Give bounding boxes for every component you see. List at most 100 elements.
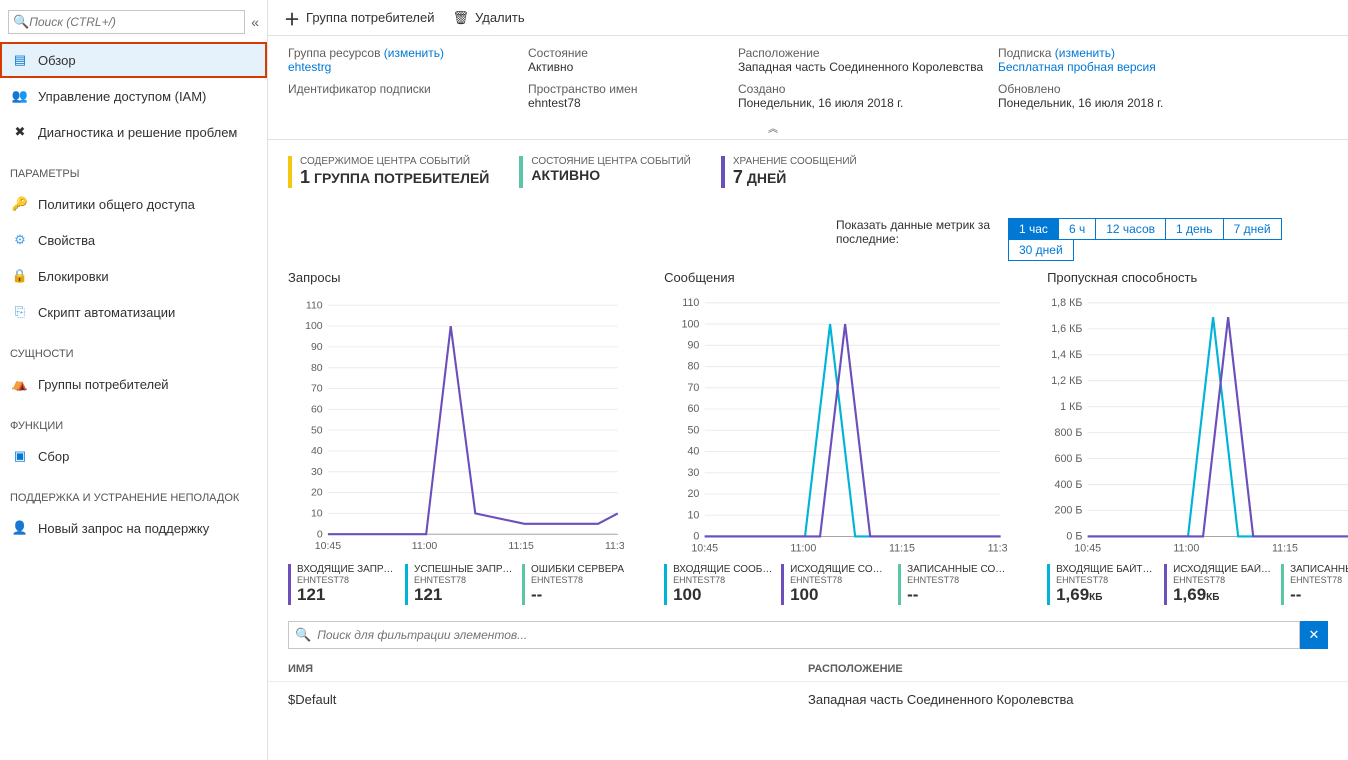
chart-messages-svg[interactable]: 010203040506070809010011010:4511:0011:15… bbox=[664, 295, 1007, 555]
subid-label: Идентификатор подписки bbox=[288, 82, 518, 96]
chart-title: Сообщения bbox=[664, 270, 1007, 285]
nav-properties[interactable]: ⚙ Свойства bbox=[0, 222, 267, 258]
section-functions: ФУНКЦИИ bbox=[0, 402, 267, 438]
svg-text:800 Б: 800 Б bbox=[1055, 427, 1083, 439]
legend-item: ВХОДЯЩИЕ СООБЩЕН... EHNTEST78 100 bbox=[664, 564, 773, 605]
section-support: ПОДДЕРЖКА И УСТРАНЕНИЕ НЕПОЛАДОК bbox=[0, 474, 267, 510]
svg-text:50: 50 bbox=[311, 424, 323, 436]
svg-text:11:15: 11:15 bbox=[889, 542, 915, 554]
state-label: Состояние bbox=[528, 46, 728, 60]
nav-iam[interactable]: 👥 Управление доступом (IAM) bbox=[0, 78, 267, 114]
svg-text:0 Б: 0 Б bbox=[1066, 531, 1082, 543]
timespan-30d[interactable]: 30 дней bbox=[1008, 239, 1074, 261]
svg-text:60: 60 bbox=[311, 403, 323, 415]
nav-capture[interactable]: ▣ Сбор bbox=[0, 438, 267, 474]
svg-text:70: 70 bbox=[311, 383, 323, 395]
svg-text:11:00: 11:00 bbox=[412, 540, 438, 552]
legend-value: 100 bbox=[673, 585, 773, 605]
subn-value[interactable]: Бесплатная пробная версия bbox=[998, 60, 1258, 74]
timespan-selector: Показать данные метрик за последние: 1 ч… bbox=[836, 218, 1328, 260]
rg-value[interactable]: ehtestrg bbox=[288, 60, 518, 74]
nav-label: Группы потребителей bbox=[38, 377, 169, 392]
main-content: ＋ Группа потребителей 🗑 Удалить Группа р… bbox=[268, 0, 1348, 760]
state-value: Активно bbox=[528, 60, 728, 74]
svg-text:40: 40 bbox=[311, 445, 323, 457]
svg-text:11:15: 11:15 bbox=[508, 540, 534, 552]
svg-text:90: 90 bbox=[688, 340, 700, 352]
svg-text:100: 100 bbox=[305, 320, 323, 332]
svg-text:0: 0 bbox=[693, 531, 699, 543]
legend-label: ВХОДЯЩИЕ БАЙТЫ (... bbox=[1056, 564, 1156, 575]
card-status: СОСТОЯНИЕ ЦЕНТРА СОБЫТИЙ АКТИВНО bbox=[519, 156, 691, 188]
nav-label: Новый запрос на поддержку bbox=[38, 521, 209, 536]
nav-consumer-groups[interactable]: ⛺ Группы потребителей bbox=[0, 366, 267, 402]
svg-text:80: 80 bbox=[311, 362, 323, 374]
timespan-7d[interactable]: 7 дней bbox=[1223, 218, 1282, 240]
collapse-sidebar-icon[interactable]: « bbox=[251, 14, 259, 30]
grid-header: ИМЯ РАСПОЛОЖЕНИЕ bbox=[268, 657, 1348, 681]
search-icon: 🔍 bbox=[295, 627, 311, 643]
col-name[interactable]: ИМЯ bbox=[288, 663, 808, 675]
svg-text:11:00: 11:00 bbox=[790, 542, 816, 554]
add-consumer-group-button[interactable]: ＋ Группа потребителей bbox=[284, 6, 434, 30]
nav-shared-access[interactable]: 🔑 Политики общего доступа bbox=[0, 186, 267, 222]
nav-label: Диагностика и решение проблем bbox=[38, 125, 237, 140]
legend-value: -- bbox=[907, 585, 1007, 605]
table-row[interactable]: $Default Западная часть Соединенного Кор… bbox=[268, 681, 1348, 717]
change-sub-link[interactable]: (изменить) bbox=[1055, 46, 1115, 60]
svg-text:70: 70 bbox=[688, 382, 700, 394]
cell-name: $Default bbox=[288, 692, 808, 707]
search-icon: 🔍 bbox=[13, 14, 29, 30]
nav-label: Скрипт автоматизации bbox=[38, 305, 175, 320]
chart-title: Запросы bbox=[288, 270, 624, 285]
timespan-6h[interactable]: 6 ч bbox=[1058, 218, 1096, 240]
sidebar-search[interactable]: 🔍 bbox=[8, 10, 245, 34]
legends-throughput: ВХОДЯЩИЕ БАЙТЫ (... EHNTEST78 1,69КБ ИСХ… bbox=[1047, 564, 1348, 605]
ns-label: Пространство имен bbox=[528, 82, 728, 96]
created-label: Создано bbox=[738, 82, 988, 96]
btn-label: Удалить bbox=[475, 10, 525, 25]
section-parameters: ПАРАМЕТРЫ bbox=[0, 150, 267, 186]
chart-throughput: Пропускная способность 0 Б200 Б400 Б600 … bbox=[1047, 270, 1348, 605]
nav-locks[interactable]: 🔒 Блокировки bbox=[0, 258, 267, 294]
legend-item: ЗАПИСАННЫЕ БАЙТЫ EHNTEST78 -- bbox=[1281, 564, 1348, 605]
card-content: СОДЕРЖИМОЕ ЦЕНТРА СОБЫТИЙ 1ГРУППА ПОТРЕБ… bbox=[288, 156, 489, 188]
filter-input-box[interactable]: 🔍 bbox=[288, 621, 1300, 649]
legend-sub: EHNTEST78 bbox=[297, 575, 397, 585]
change-rg-link[interactable]: (изменить) bbox=[384, 46, 444, 60]
chart-requests-svg[interactable]: 010203040506070809010011010:4511:0011:15… bbox=[288, 295, 624, 555]
svg-text:1,8 КБ: 1,8 КБ bbox=[1051, 297, 1082, 309]
nav-overview[interactable]: ▤ Обзор bbox=[0, 42, 267, 78]
nav-label: Политики общего доступа bbox=[38, 197, 195, 212]
btn-label: Группа потребителей bbox=[306, 10, 434, 25]
legend-item: ЗАПИСАННЫЕ СОО... EHNTEST78 -- bbox=[898, 564, 1007, 605]
card-status-label: СОСТОЯНИЕ ЦЕНТРА СОБЫТИЙ bbox=[531, 156, 691, 167]
legends-messages: ВХОДЯЩИЕ СООБЩЕН... EHNTEST78 100 ИСХОДЯ… bbox=[664, 564, 1007, 605]
timespan-1h[interactable]: 1 час bbox=[1008, 218, 1059, 240]
timespan-1d[interactable]: 1 день bbox=[1165, 218, 1224, 240]
collapse-essentials-icon[interactable]: ︽ bbox=[288, 120, 1258, 135]
filter-row: 🔍 ✕ bbox=[288, 621, 1328, 649]
nav-label: Блокировки bbox=[38, 269, 109, 284]
nav-automation-script[interactable]: ⎘ Скрипт автоматизации bbox=[0, 294, 267, 330]
col-location[interactable]: РАСПОЛОЖЕНИЕ bbox=[808, 663, 903, 675]
nav-label: Управление доступом (IAM) bbox=[38, 89, 206, 104]
ns-value: ehntest78 bbox=[528, 96, 728, 110]
sidebar-search-input[interactable] bbox=[29, 15, 240, 29]
timespan-12h[interactable]: 12 часов bbox=[1095, 218, 1166, 240]
legend-label: ЗАПИСАННЫЕ СОО... bbox=[907, 564, 1007, 575]
subn-label: Подписка (изменить) bbox=[998, 46, 1258, 60]
chart-throughput-svg[interactable]: 0 Б200 Б400 Б600 Б800 Б1 КБ1,2 КБ1,4 КБ1… bbox=[1047, 295, 1348, 555]
delete-button[interactable]: 🗑 Удалить bbox=[452, 10, 524, 26]
capture-icon: ▣ bbox=[12, 448, 28, 464]
trash-icon: 🗑 bbox=[452, 10, 469, 26]
svg-text:200 Б: 200 Б bbox=[1055, 505, 1083, 517]
filter-input[interactable] bbox=[317, 628, 1293, 642]
rg-label: Группа ресурсов (изменить) bbox=[288, 46, 518, 60]
legend-item: ВХОДЯЩИЕ ЗАПРОСЫ... EHNTEST78 121 bbox=[288, 564, 397, 605]
nav-new-support[interactable]: 👤 Новый запрос на поддержку bbox=[0, 510, 267, 546]
nav-diagnose[interactable]: ✖ Диагностика и решение проблем bbox=[0, 114, 267, 150]
svg-text:10: 10 bbox=[688, 509, 700, 521]
svg-text:400 Б: 400 Б bbox=[1055, 479, 1083, 491]
filter-clear-button[interactable]: ✕ bbox=[1300, 621, 1328, 649]
